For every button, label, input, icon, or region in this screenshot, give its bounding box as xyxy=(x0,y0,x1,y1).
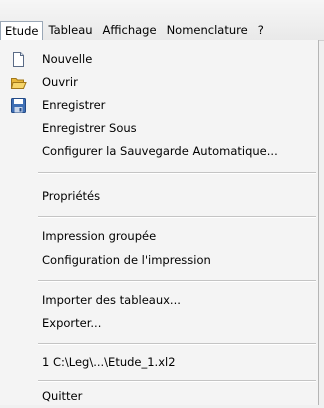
menu-etude[interactable]: Etude xyxy=(0,20,44,41)
menu-item-label: Enregistrer Sous xyxy=(42,121,137,135)
menu-item-label: Configuration de l'impression xyxy=(42,253,211,267)
new-file-icon xyxy=(10,51,27,68)
menu-item-label: Impression groupée xyxy=(42,229,157,243)
floppy-save-icon xyxy=(10,97,27,114)
menu-item-label: Enregistrer xyxy=(42,98,106,112)
menu-item-label: 1 C:\Leg\...\Etude_1.xl2 xyxy=(42,355,176,369)
menu-item-ouvrir[interactable]: Ouvrir xyxy=(0,71,318,94)
menu-item-enregistrer[interactable]: Enregistrer xyxy=(0,94,318,117)
menu-item-nouvelle[interactable]: Nouvelle xyxy=(0,48,318,71)
menu-nomenclature[interactable]: Nomenclature xyxy=(162,21,253,40)
menu-item-impression-groupee[interactable]: Impression groupée xyxy=(0,225,318,248)
menu-separator xyxy=(38,280,316,282)
folder-open-icon xyxy=(10,74,27,91)
menu-affichage[interactable]: Affichage xyxy=(98,21,162,40)
menu-item-configuration-impression[interactable]: Configuration de l'impression xyxy=(0,249,318,272)
menu-separator xyxy=(38,172,316,174)
menu-item-configurer-sauvegarde[interactable]: Configurer la Sauvegarde Automatique... xyxy=(0,140,318,163)
menu-item-importer-tableaux[interactable]: Importer des tableaux... xyxy=(0,289,318,312)
menu-separator xyxy=(38,216,316,218)
menu-item-label: Configurer la Sauvegarde Automatique... xyxy=(42,144,278,158)
menu-item-exporter[interactable]: Exporter... xyxy=(0,312,318,335)
menu-item-proprietes[interactable]: Propriétés xyxy=(0,185,318,208)
menu-item-label: Ouvrir xyxy=(42,75,78,89)
menu-item-label: Importer des tableaux... xyxy=(42,293,181,307)
menu-item-label: Nouvelle xyxy=(42,52,93,66)
menu-item-label: Exporter... xyxy=(42,316,102,330)
menu-separator xyxy=(38,343,316,345)
menu-bar: Etude Tableau Affichage Nomenclature ? xyxy=(0,0,324,41)
menu-item-enregistrer-sous[interactable]: Enregistrer Sous xyxy=(0,117,318,140)
menu-item-recent-file[interactable]: 1 C:\Leg\...\Etude_1.xl2 xyxy=(0,351,318,374)
etude-dropdown-menu: Nouvelle Ouvrir Enregistrer Enregistrer … xyxy=(0,40,319,405)
menu-separator xyxy=(38,380,316,382)
menu-item-label: Propriétés xyxy=(42,189,101,203)
menu-tableau[interactable]: Tableau xyxy=(43,21,97,40)
menu-help[interactable]: ? xyxy=(253,21,269,40)
